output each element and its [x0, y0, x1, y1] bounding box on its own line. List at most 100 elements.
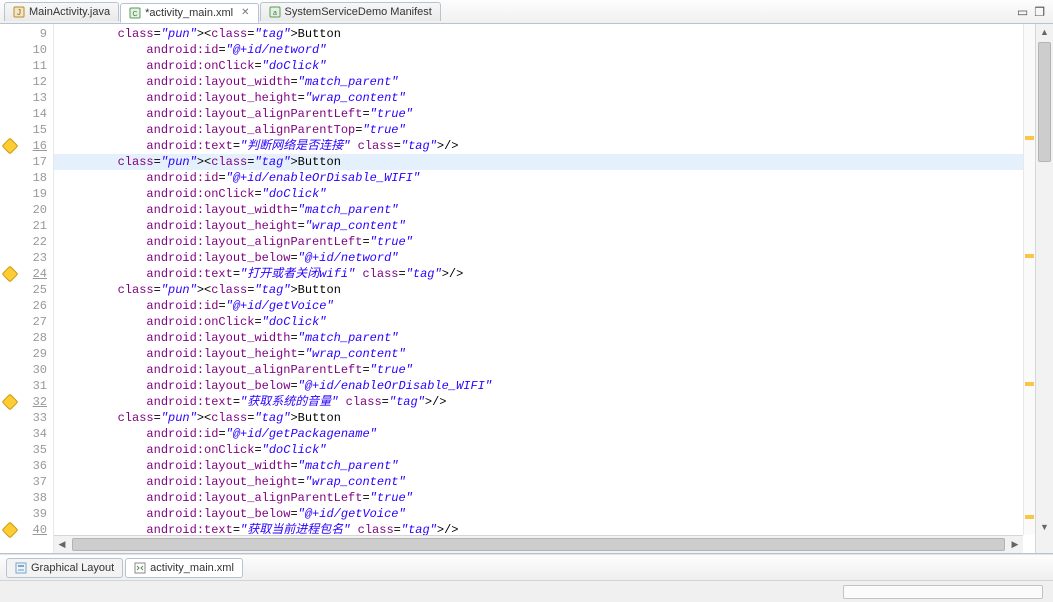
line-number: 32 [33, 395, 47, 409]
status-progress-slot [843, 585, 1043, 599]
close-icon[interactable]: ✕ [241, 7, 249, 18]
code-line[interactable]: android:layout_height="wrap_content" [54, 90, 1035, 106]
line-number: 29 [33, 347, 47, 361]
code-line[interactable]: android:onClick="doClick" [54, 314, 1035, 330]
code-line[interactable]: android:layout_width="match_parent" [54, 202, 1035, 218]
line-number: 23 [33, 251, 47, 265]
warning-marker[interactable]: 32 [0, 394, 53, 410]
line-number: 28 [33, 331, 47, 345]
code-line[interactable]: android:layout_height="wrap_content" [54, 218, 1035, 234]
line-number: 13 [33, 91, 47, 105]
line-number: 11 [33, 59, 47, 73]
line-number: 40 [33, 523, 47, 537]
code-line[interactable]: android:id="@+id/enableOrDisable_WIFI" [54, 170, 1035, 186]
code-line[interactable]: android:id="@+id/getVoice" [54, 298, 1035, 314]
code-line[interactable]: android:layout_alignParentLeft="true" [54, 234, 1035, 250]
vertical-scroll-thumb[interactable] [1038, 42, 1051, 162]
code-line[interactable]: class="pun"><class="tag">Button [54, 410, 1035, 426]
code-line[interactable]: android:onClick="doClick" [54, 442, 1035, 458]
line-number: 21 [33, 219, 47, 233]
code-line[interactable]: android:layout_alignParentLeft="true" [54, 490, 1035, 506]
line-number: 38 [33, 491, 47, 505]
editor-tab-bar: J MainActivity.java C *activity_main.xml… [0, 0, 1053, 24]
code-line[interactable]: android:layout_below="@+id/getVoice" [54, 506, 1035, 522]
tab-label: SystemServiceDemo Manifest [285, 6, 432, 18]
horizontal-scrollbar[interactable]: ◀ ▶ [54, 535, 1023, 553]
code-line[interactable]: android:layout_alignParentLeft="true" [54, 106, 1035, 122]
minimize-view-icon[interactable]: ▭ [1017, 5, 1028, 19]
line-number: 39 [33, 507, 47, 521]
code-line[interactable]: android:layout_alignParentTop="true" [54, 122, 1035, 138]
line-number: 15 [33, 123, 47, 137]
line-number: 17 [33, 155, 47, 169]
code-line[interactable]: android:onClick="doClick" [54, 186, 1035, 202]
layout-icon [15, 562, 27, 574]
editor-window-controls: ▭ ❐ [1017, 5, 1053, 19]
code-line[interactable]: android:layout_width="match_parent" [54, 74, 1035, 90]
code-content[interactable]: class="pun"><class="tag">Button android:… [54, 24, 1035, 553]
line-number: 27 [33, 315, 47, 329]
code-line[interactable]: android:text="打开或者关闭wifi" class="tag">/> [54, 266, 1035, 282]
tab-label: MainActivity.java [29, 6, 110, 18]
xml-file-icon: C [129, 7, 141, 19]
code-line[interactable]: android:text="获取系统的音量" class="tag">/> [54, 394, 1035, 410]
tab-label: *activity_main.xml [145, 7, 233, 19]
code-line[interactable]: android:layout_width="match_parent" [54, 458, 1035, 474]
code-line[interactable]: android:text="判断网络是否连接" class="tag">/> [54, 138, 1035, 154]
code-line[interactable]: android:id="@+id/getPackagename" [54, 426, 1035, 442]
line-number: 34 [33, 427, 47, 441]
code-line[interactable]: class="pun"><class="tag">Button [54, 282, 1035, 298]
status-bar [0, 580, 1053, 602]
line-number: 12 [33, 75, 47, 89]
code-editor[interactable]: 9 10 11 12 13 14 15 16 17 18 19 20 21 22… [0, 24, 1053, 554]
line-number: 20 [33, 203, 47, 217]
xml-source-icon [134, 562, 146, 574]
code-line[interactable]: android:layout_height="wrap_content" [54, 474, 1035, 490]
line-number: 30 [33, 363, 47, 377]
line-number: 25 [33, 283, 47, 297]
code-line[interactable]: android:layout_width="match_parent" [54, 330, 1035, 346]
line-number: 19 [33, 187, 47, 201]
line-number: 35 [33, 443, 47, 457]
svg-text:J: J [17, 8, 21, 17]
code-line[interactable]: android:layout_height="wrap_content" [54, 346, 1035, 362]
code-line[interactable]: android:layout_below="@+id/enableOrDisab… [54, 378, 1035, 394]
line-number: 14 [33, 107, 47, 121]
code-line[interactable]: class="pun"><class="tag">Button [54, 26, 1035, 42]
vertical-scrollbar[interactable]: ▲ ▼ [1035, 24, 1053, 553]
line-number: 16 [33, 139, 47, 153]
horizontal-scroll-thumb[interactable] [72, 538, 1005, 551]
code-line[interactable]: class="pun"><class="tag">Button [54, 154, 1035, 170]
warning-marker[interactable]: 16 [0, 138, 53, 154]
maximize-view-icon[interactable]: ❐ [1034, 5, 1045, 19]
tab-activity-main-xml[interactable]: C *activity_main.xml ✕ [120, 3, 258, 23]
line-number: 10 [33, 43, 47, 57]
line-number: 37 [33, 475, 47, 489]
code-line[interactable]: android:id="@+id/netword" [54, 42, 1035, 58]
tab-xml-source[interactable]: activity_main.xml [125, 558, 243, 578]
java-file-icon: J [13, 6, 25, 18]
code-line[interactable]: android:onClick="doClick" [54, 58, 1035, 74]
line-number: 9 [40, 27, 47, 41]
scroll-right-icon[interactable]: ▶ [1007, 536, 1023, 553]
overview-ruler[interactable] [1023, 24, 1035, 535]
bottom-tab-label: activity_main.xml [150, 562, 234, 574]
xml-editor-mode-tabs: Graphical Layout activity_main.xml [0, 554, 1053, 580]
code-line[interactable]: android:layout_below="@+id/netword" [54, 250, 1035, 266]
tab-graphical-layout[interactable]: Graphical Layout [6, 558, 123, 578]
line-number: 31 [33, 379, 47, 393]
scroll-down-icon[interactable]: ▼ [1036, 519, 1053, 535]
warning-marker[interactable]: 40 [0, 522, 53, 538]
line-number-gutter: 9 10 11 12 13 14 15 16 17 18 19 20 21 22… [0, 24, 54, 553]
scroll-up-icon[interactable]: ▲ [1036, 24, 1053, 40]
tab-main-activity[interactable]: J MainActivity.java [4, 2, 119, 21]
tab-manifest[interactable]: a SystemServiceDemo Manifest [260, 2, 441, 21]
code-line[interactable]: android:layout_alignParentLeft="true" [54, 362, 1035, 378]
line-number: 24 [33, 267, 47, 281]
scroll-left-icon[interactable]: ◀ [54, 536, 70, 553]
svg-text:a: a [273, 10, 277, 17]
line-number: 22 [33, 235, 47, 249]
line-number: 36 [33, 459, 47, 473]
svg-text:C: C [133, 11, 138, 18]
warning-marker[interactable]: 24 [0, 266, 53, 282]
